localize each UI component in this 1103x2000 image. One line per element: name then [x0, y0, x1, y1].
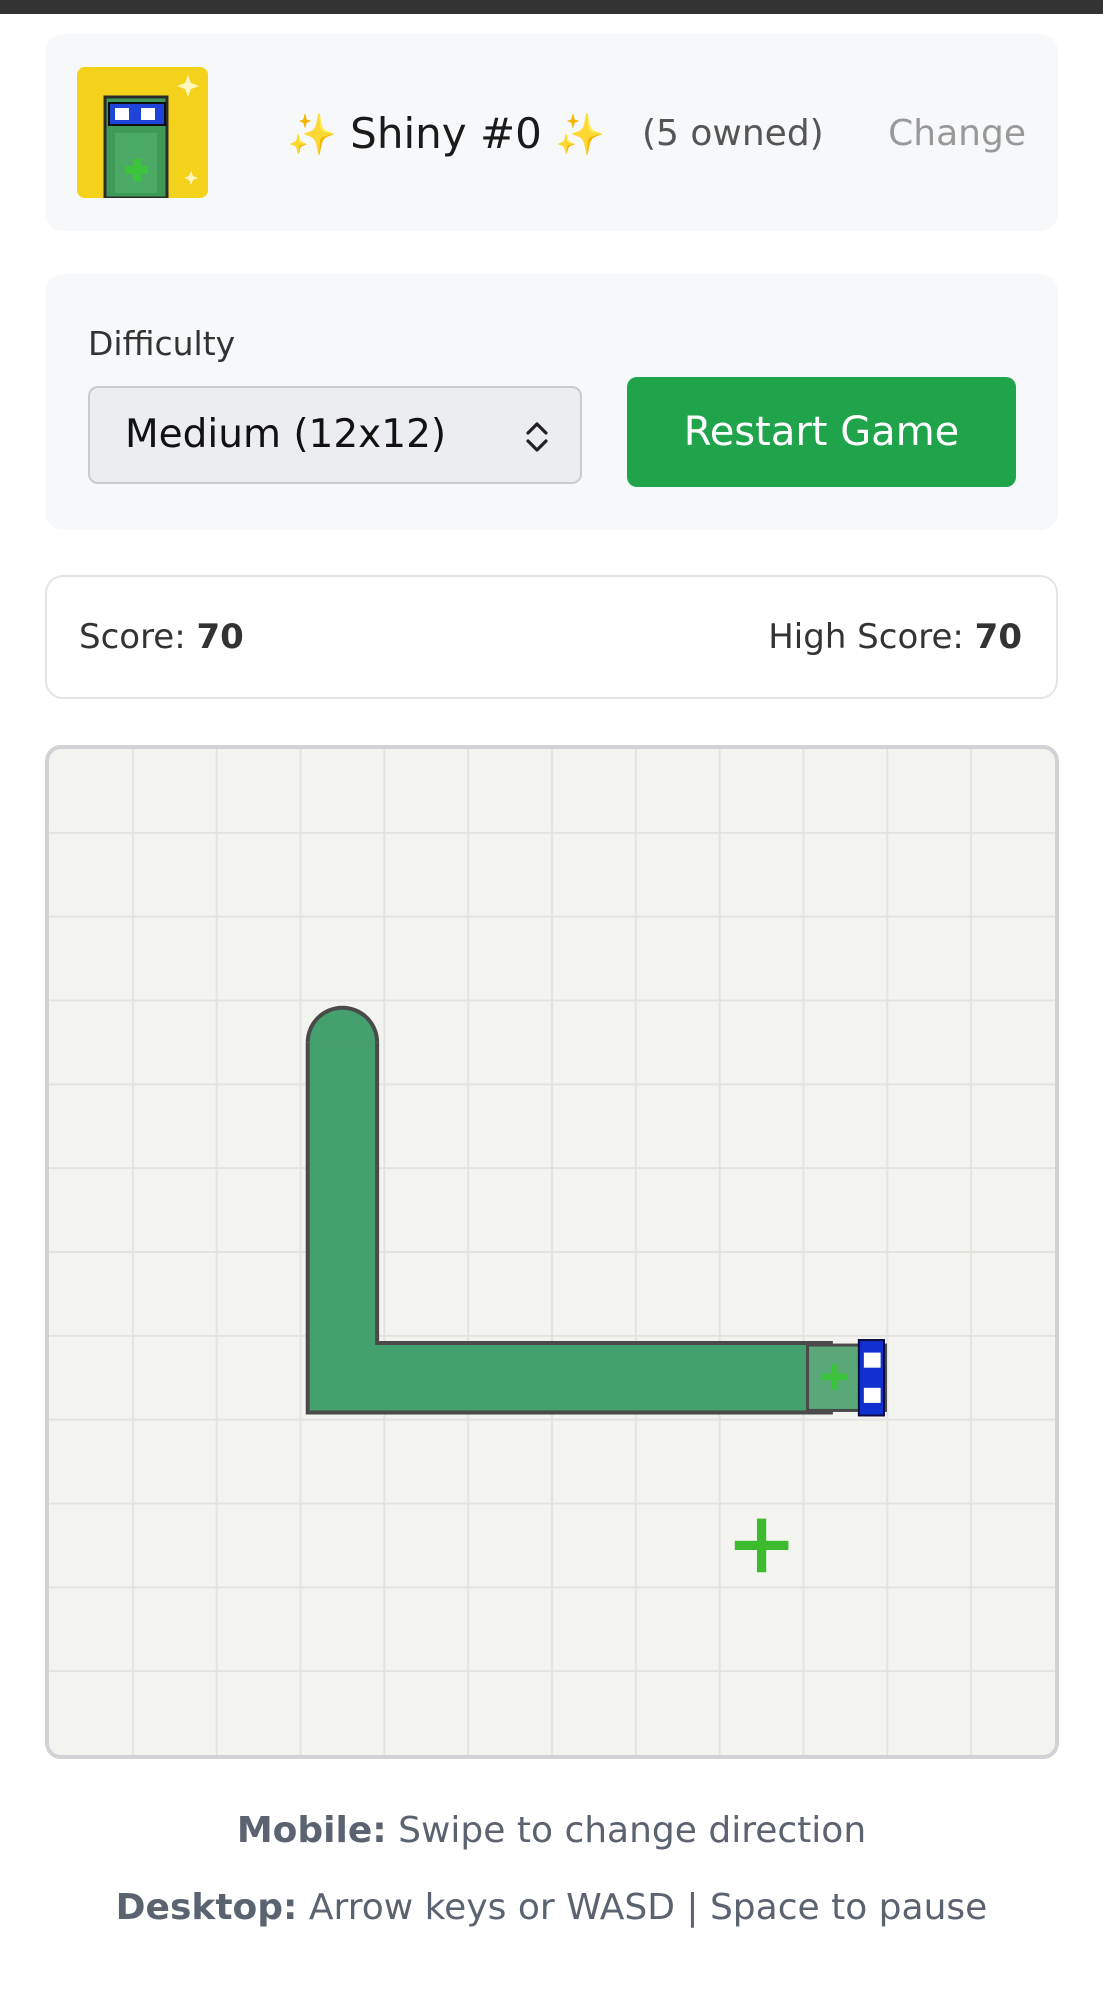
mobile-text: Swipe to change direction: [386, 1810, 867, 1851]
character-name: ✨ Shiny #0 ✨: [287, 106, 605, 162]
desktop-label: Desktop:: [115, 1887, 298, 1928]
top-bar: [0, 0, 1103, 14]
mobile-label: Mobile:: [236, 1810, 387, 1851]
restart-game-button[interactable]: Restart Game: [627, 377, 1016, 487]
score-display: Score: 70: [79, 577, 244, 697]
mobile-instructions: Mobile: Swipe to change direction: [0, 1810, 1103, 1851]
high-score-label: High Score:: [768, 617, 964, 657]
character-card: ✨ Shiny #0 ✨ (5 owned) Change: [45, 34, 1058, 231]
settings-card: Difficulty Medium (12x12) Restart Game: [45, 274, 1058, 530]
score-value: 70: [196, 617, 244, 657]
high-score-value: 70: [974, 617, 1022, 657]
food-icon: [756, 1518, 767, 1573]
snake-eye-icon: [863, 1387, 881, 1403]
score-label: Score:: [79, 617, 186, 657]
snake-head-mark-icon: [831, 1364, 838, 1390]
game-board-canvas: [49, 749, 1055, 1755]
snake-glasses-icon: [857, 1339, 885, 1417]
sparkle-right-icon: ✨: [555, 112, 606, 158]
difficulty-select-value: Medium (12x12): [125, 412, 447, 457]
score-card: Score: 70 High Score: 70: [45, 575, 1058, 699]
change-character-link[interactable]: Change: [888, 106, 1026, 162]
snake-eye-icon: [863, 1352, 881, 1368]
desktop-instructions: Desktop: Arrow keys or WASD | Space to p…: [0, 1887, 1103, 1928]
sparkle-left-icon: ✨: [287, 112, 337, 158]
difficulty-label: Difficulty: [88, 324, 236, 363]
desktop-text: Arrow keys or WASD | Space to pause: [297, 1887, 988, 1928]
character-name-text: Shiny #0: [350, 109, 542, 158]
high-score-display: High Score: 70: [768, 577, 1022, 697]
select-updown-icon: [526, 422, 548, 452]
difficulty-select[interactable]: Medium (12x12): [88, 386, 582, 484]
character-avatar[interactable]: [77, 67, 208, 198]
game-board[interactable]: [45, 745, 1059, 1759]
owned-count: (5 owned): [642, 113, 824, 154]
